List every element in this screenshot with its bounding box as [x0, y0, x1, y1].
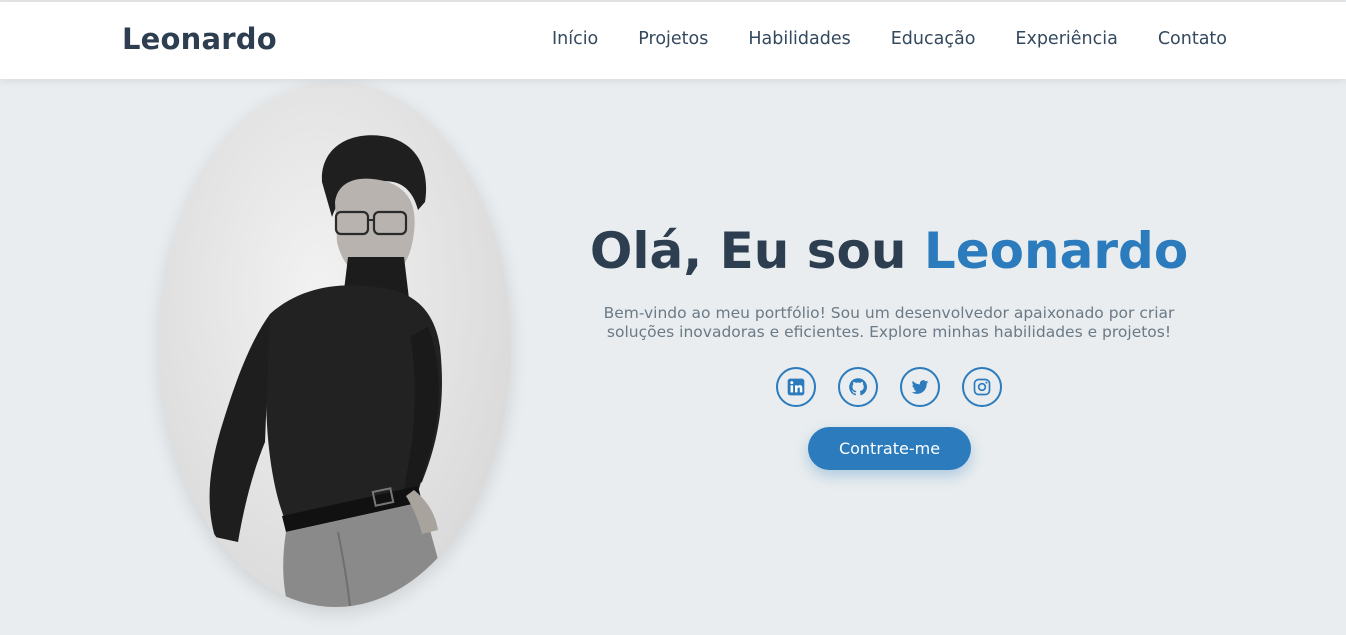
nav-link-habilidades[interactable]: Habilidades [748, 29, 850, 49]
linkedin-icon [787, 378, 805, 396]
github-link[interactable] [838, 367, 878, 407]
nav-link-contato[interactable]: Contato [1158, 29, 1227, 49]
twitter-link[interactable] [900, 367, 940, 407]
profile-photo [160, 82, 511, 607]
nav-link-projetos[interactable]: Projetos [638, 29, 708, 49]
main-nav: Início Projetos Habilidades Educação Exp… [552, 29, 1227, 49]
nav-link-experiencia[interactable]: Experiência [1015, 29, 1117, 49]
instagram-icon [973, 378, 991, 396]
nav-link-educacao[interactable]: Educação [891, 29, 976, 49]
instagram-link[interactable] [962, 367, 1002, 407]
hero-description: Bem-vindo ao meu portfólio! Sou um desen… [603, 304, 1175, 341]
twitter-icon [911, 380, 929, 394]
linkedin-link[interactable] [776, 367, 816, 407]
brand-logo[interactable]: Leonardo [122, 22, 277, 56]
social-links [776, 367, 1002, 407]
site-header: Leonardo Início Projetos Habilidades Edu… [0, 2, 1346, 79]
github-icon [849, 378, 868, 396]
nav-link-inicio[interactable]: Início [552, 29, 598, 49]
hire-me-button[interactable]: Contrate-me [808, 427, 971, 470]
hero-greeting: Olá, Eu sou [589, 222, 907, 280]
hero-name: Leonardo [923, 222, 1189, 280]
hero-heading: Olá, Eu sou Leonardo [589, 222, 1189, 280]
